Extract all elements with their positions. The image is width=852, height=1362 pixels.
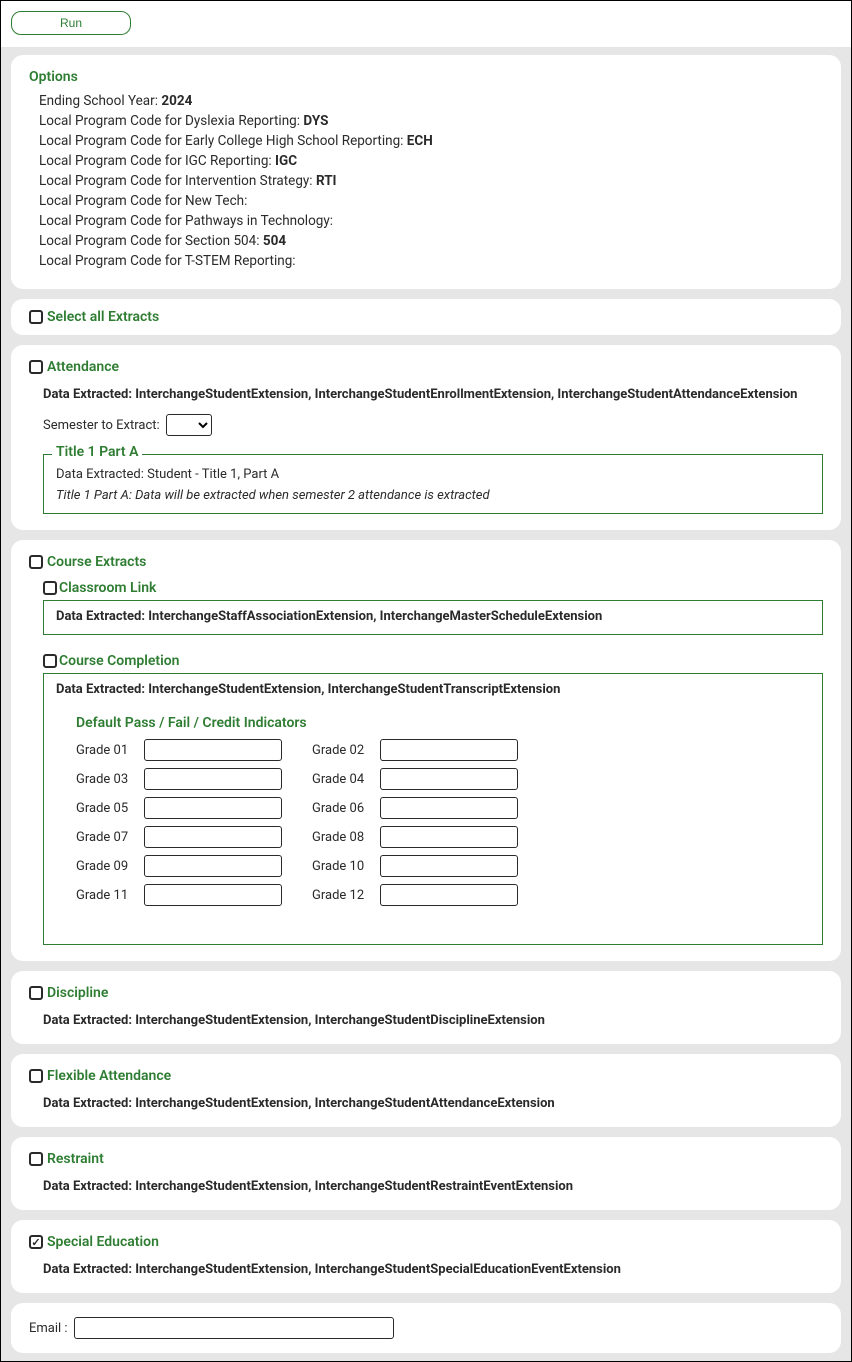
indicators-heading: Default Pass / Fail / Credit Indicators — [76, 715, 810, 731]
discipline-data-label: Data Extracted: — [43, 1013, 135, 1028]
grade-02-input[interactable] — [380, 739, 518, 761]
pathways-label: Local Program Code for Pathways in Techn… — [39, 213, 333, 229]
attendance-checkbox[interactable] — [29, 360, 43, 374]
title1-data: Data Extracted: Student - Title 1, Part … — [56, 467, 810, 482]
newtech-label: Local Program Code for New Tech: — [39, 193, 247, 209]
dyslexia-label: Local Program Code for Dyslexia Reportin… — [39, 113, 303, 129]
grade-grid: Grade 01 Grade 02 Grade 03 Grade 04 Grad… — [76, 739, 810, 906]
flex-attendance-data-label: Data Extracted: — [43, 1096, 135, 1111]
special-ed-data-label: Data Extracted: — [43, 1262, 135, 1277]
grade-01-label: Grade 01 — [76, 743, 144, 758]
dyslexia-value: DYS — [303, 113, 328, 129]
flex-attendance-panel: Flexible Attendance Data Extracted: Inte… — [11, 1054, 841, 1127]
attendance-data-label: Data Extracted: — [43, 387, 135, 402]
attendance-data-value: InterchangeStudentExtension, Interchange… — [135, 387, 797, 402]
discipline-checkbox[interactable] — [29, 986, 43, 1000]
title1-note: Title 1 Part A: Data will be extracted w… — [56, 488, 810, 503]
grade-11-label: Grade 11 — [76, 888, 144, 903]
grade-02-label: Grade 02 — [312, 743, 380, 758]
classroom-link-checkbox[interactable] — [43, 581, 57, 595]
igc-label: Local Program Code for IGC Reporting: — [39, 153, 275, 169]
select-all-checkbox[interactable] — [29, 310, 43, 324]
flex-attendance-data-value: InterchangeStudentExtension, Interchange… — [135, 1096, 554, 1111]
email-label: Email : — [29, 1321, 68, 1336]
grade-05-input[interactable] — [144, 797, 282, 819]
select-all-label: Select all Extracts — [47, 309, 159, 325]
restraint-checkbox[interactable] — [29, 1152, 43, 1166]
classroom-link-data-value: InterchangeStaffAssociationExtension, In… — [148, 609, 602, 624]
ech-value: ECH — [407, 133, 433, 149]
discipline-panel: Discipline Data Extracted: InterchangeSt… — [11, 971, 841, 1044]
grade-04-input[interactable] — [380, 768, 518, 790]
grade-04-label: Grade 04 — [312, 772, 380, 787]
grade-05-label: Grade 05 — [76, 801, 144, 816]
igc-value: IGC — [275, 153, 297, 169]
grade-09-input[interactable] — [144, 855, 282, 877]
rti-value: RTI — [316, 173, 337, 189]
grade-11-input[interactable] — [144, 884, 282, 906]
course-completion-data-label: Data Extracted: — [56, 682, 148, 697]
grade-08-input[interactable] — [380, 826, 518, 848]
main-content: Options Ending School Year: 2024 Local P… — [1, 47, 851, 1361]
email-panel: Email : — [11, 1303, 841, 1353]
special-ed-checkbox[interactable] — [29, 1235, 43, 1249]
special-ed-data-value: InterchangeStudentExtension, Interchange… — [135, 1262, 621, 1277]
attendance-label: Attendance — [47, 359, 119, 375]
grade-07-input[interactable] — [144, 826, 282, 848]
grade-03-label: Grade 03 — [76, 772, 144, 787]
grade-12-label: Grade 12 — [312, 888, 380, 903]
grade-06-label: Grade 06 — [312, 801, 380, 816]
grade-08-label: Grade 08 — [312, 830, 380, 845]
course-extracts-panel: Course Extracts Classroom Link Data Extr… — [11, 540, 841, 961]
course-completion-data-value: InterchangeStudentExtension, Interchange… — [148, 682, 560, 697]
semester-label: Semester to Extract: — [43, 418, 160, 433]
grade-07-label: Grade 07 — [76, 830, 144, 845]
title1-fieldset: Title 1 Part A Data Extracted: Student -… — [43, 454, 823, 514]
rti-label: Local Program Code for Intervention Stra… — [39, 173, 316, 189]
ending-year-value: 2024 — [161, 93, 192, 109]
tstem-label: Local Program Code for T-STEM Reporting: — [39, 253, 296, 269]
flex-attendance-label: Flexible Attendance — [47, 1068, 171, 1084]
classroom-link-label: Classroom Link — [59, 580, 156, 596]
course-completion-box: Data Extracted: InterchangeStudentExtens… — [43, 673, 823, 945]
classroom-link-data-label: Data Extracted: — [56, 609, 148, 624]
run-button[interactable]: Run — [11, 11, 131, 35]
ending-year-label: Ending School Year: — [39, 93, 161, 109]
options-panel: Options Ending School Year: 2024 Local P… — [11, 55, 841, 289]
select-all-panel: Select all Extracts — [11, 299, 841, 335]
semester-select[interactable] — [166, 414, 212, 436]
title1-legend: Title 1 Part A — [52, 444, 142, 460]
course-completion-label: Course Completion — [59, 653, 180, 669]
flex-attendance-checkbox[interactable] — [29, 1069, 43, 1083]
grade-01-input[interactable] — [144, 739, 282, 761]
restraint-data-value: InterchangeStudentExtension, Interchange… — [135, 1179, 573, 1194]
restraint-data-label: Data Extracted: — [43, 1179, 135, 1194]
restraint-panel: Restraint Data Extracted: InterchangeStu… — [11, 1137, 841, 1210]
email-input[interactable] — [74, 1317, 394, 1339]
course-extracts-label: Course Extracts — [47, 554, 146, 570]
discipline-label: Discipline — [47, 985, 108, 1001]
restraint-label: Restraint — [47, 1151, 104, 1167]
grade-09-label: Grade 09 — [76, 859, 144, 874]
options-heading: Options — [29, 69, 823, 85]
grade-10-label: Grade 10 — [312, 859, 380, 874]
grade-06-input[interactable] — [380, 797, 518, 819]
discipline-data-value: InterchangeStudentExtension, Interchange… — [135, 1013, 545, 1028]
attendance-panel: Attendance Data Extracted: InterchangeSt… — [11, 345, 841, 530]
s504-value: 504 — [263, 233, 286, 249]
special-ed-label: Special Education — [47, 1234, 159, 1250]
top-bar: Run — [1, 1, 851, 47]
grade-10-input[interactable] — [380, 855, 518, 877]
ech-label: Local Program Code for Early College Hig… — [39, 133, 407, 149]
grade-12-input[interactable] — [380, 884, 518, 906]
s504-label: Local Program Code for Section 504: — [39, 233, 263, 249]
classroom-link-box: Data Extracted: InterchangeStaffAssociat… — [43, 600, 823, 635]
special-ed-panel: Special Education Data Extracted: Interc… — [11, 1220, 841, 1293]
course-extracts-checkbox[interactable] — [29, 555, 43, 569]
grade-03-input[interactable] — [144, 768, 282, 790]
course-completion-checkbox[interactable] — [43, 654, 57, 668]
